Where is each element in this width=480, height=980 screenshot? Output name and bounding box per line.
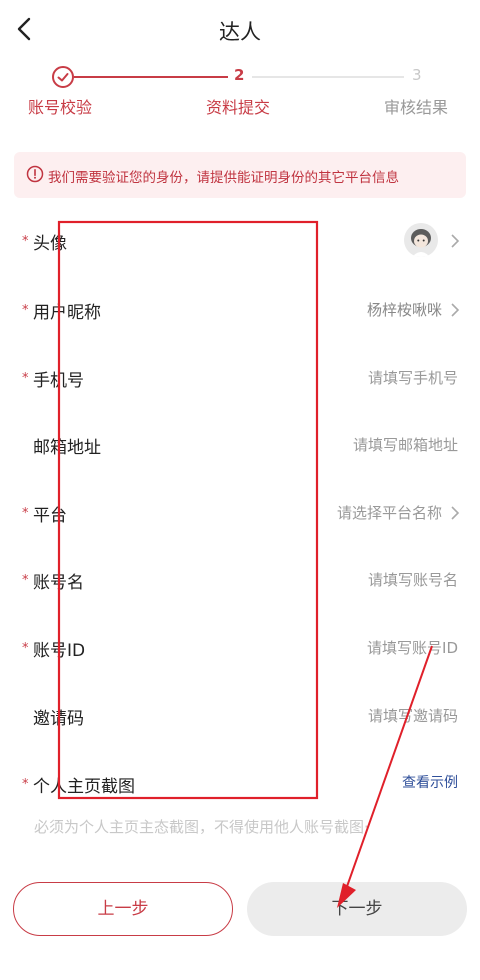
nickname-row[interactable]: * 用户昵称 杨梓桉啾咪 <box>0 278 480 344</box>
chevron-right-icon <box>451 506 460 520</box>
phone-label: 手机号 <box>33 371 84 391</box>
required-mark: * <box>22 303 29 318</box>
avatar-row[interactable]: * 头像 <box>0 209 480 275</box>
step-3-label: 审核结果 <box>384 98 449 117</box>
required-mark: * <box>22 234 29 249</box>
next-step-button[interactable]: 下一步 <box>247 882 467 936</box>
account-id-row: * 账号ID 请填写账号ID <box>0 616 480 682</box>
email-label: 邮箱地址 <box>33 438 101 458</box>
phone-field[interactable]: 请填写手机号 <box>368 367 458 388</box>
step-2-label: 资料提交 <box>206 98 271 117</box>
identity-notice: 我们需要验证您的身份，请提供能证明身份的其它平台信息 <box>14 152 466 198</box>
step-1-label: 账号校验 <box>28 98 93 117</box>
account-id-label: 账号ID <box>33 641 86 661</box>
avatar[interactable] <box>404 223 438 257</box>
required-mark: * <box>22 573 29 588</box>
account-name-row: * 账号名 请填写账号名 <box>0 548 480 614</box>
step-line-pending <box>252 76 404 78</box>
page-title: 达人 <box>219 20 261 44</box>
view-example-link[interactable]: 查看示例 <box>402 772 458 792</box>
phone-row: * 手机号 请填写手机号 <box>0 346 480 412</box>
notice-text: 我们需要验证您的身份，请提供能证明身份的其它平台信息 <box>48 170 399 186</box>
homepage-screenshot-label: 个人主页截图 <box>33 777 135 797</box>
account-name-label: 账号名 <box>33 573 84 593</box>
step-line-done <box>74 76 228 78</box>
email-field[interactable]: 请填写邮箱地址 <box>353 434 458 455</box>
required-mark: * <box>22 777 29 792</box>
email-row: 邮箱地址 请填写邮箱地址 <box>0 413 480 479</box>
required-mark: * <box>22 371 29 386</box>
screenshot-hint: 必须为个人主页主态截图，不得使用他人账号截图· <box>34 818 369 836</box>
check-circle-icon <box>52 66 74 88</box>
chevron-right-icon <box>451 303 460 317</box>
avatar-label: 头像 <box>33 234 67 254</box>
required-mark: * <box>22 506 29 521</box>
platform-label: 平台 <box>33 506 67 526</box>
header: 达人 <box>0 0 480 60</box>
platform-row[interactable]: * 平台 请选择平台名称 <box>0 481 480 547</box>
invite-code-label: 邀请码 <box>33 709 84 729</box>
step-progress: 2 3 账号校验 资料提交 审核结果 <box>0 62 480 122</box>
platform-select[interactable]: 请选择平台名称 <box>337 502 442 523</box>
step-3-number: 3 <box>412 66 422 84</box>
chevron-right-icon <box>451 234 460 248</box>
account-name-field[interactable]: 请填写账号名 <box>368 569 458 590</box>
required-mark: * <box>22 641 29 656</box>
alert-circle-icon <box>26 165 44 183</box>
nickname-label: 用户昵称 <box>33 303 101 323</box>
prev-step-button[interactable]: 上一步 <box>13 882 233 936</box>
step-2-number: 2 <box>234 66 245 84</box>
invite-code-row: 邀请码 请填写邀请码 <box>0 684 480 750</box>
account-id-field[interactable]: 请填写账号ID <box>367 637 458 658</box>
nickname-value: 杨梓桉啾咪 <box>366 301 442 319</box>
invite-code-field[interactable]: 请填写邀请码 <box>368 705 458 726</box>
